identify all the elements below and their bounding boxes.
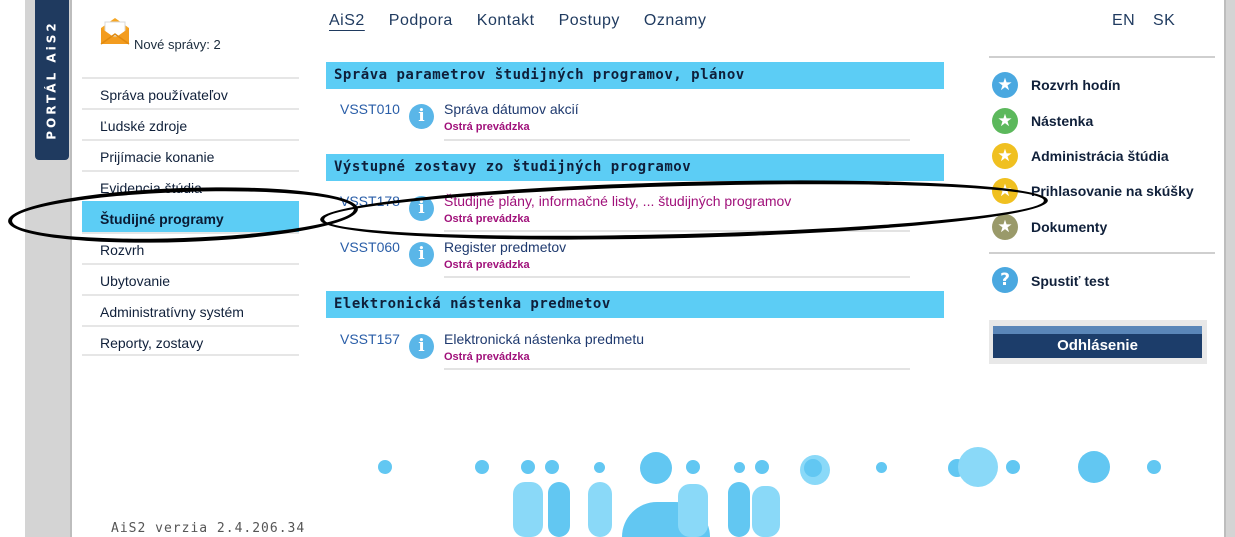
nav-link-oznamy[interactable]: Oznamy bbox=[644, 12, 707, 30]
section-header-outputs: Výstupné zostavy zo študijných programov bbox=[326, 154, 944, 181]
right-link-run-test[interactable]: Spustiť test bbox=[1031, 273, 1109, 289]
app-link-vsst157[interactable]: Elektronická nástenka predmetu bbox=[444, 331, 644, 347]
section-header-board: Elektronická nástenka predmetov bbox=[326, 291, 944, 318]
right-link-exam-registration[interactable]: Prihlasovanie na skúšky bbox=[1031, 183, 1194, 199]
right-link-schedule[interactable]: Rozvrh hodín bbox=[1031, 77, 1120, 93]
annotation-ellipse-app bbox=[319, 172, 1049, 248]
question-icon: ? bbox=[992, 267, 1018, 293]
divider bbox=[444, 368, 910, 370]
info-icon[interactable]: i bbox=[409, 104, 434, 129]
left-menu-item-hr[interactable]: Ľudské zdroje bbox=[82, 108, 299, 139]
new-messages-link[interactable]: Nové správy: 2 bbox=[134, 37, 221, 52]
star-icon: ★ bbox=[992, 72, 1018, 98]
divider bbox=[444, 276, 910, 278]
frame-right-border bbox=[1224, 0, 1235, 537]
app-status: Ostrá prevádzka bbox=[444, 351, 530, 363]
nav-link-postupy[interactable]: Postupy bbox=[559, 12, 620, 30]
nav-link-ais2[interactable]: AiS2 bbox=[329, 12, 365, 30]
info-icon[interactable]: i bbox=[409, 242, 434, 267]
logout-button[interactable]: Odhlásenie bbox=[993, 326, 1202, 358]
app-status: Ostrá prevádzka bbox=[444, 121, 530, 133]
app-link-vsst060[interactable]: Register predmetov bbox=[444, 239, 566, 255]
top-nav: AiS2 Podpora Kontakt Postupy Oznamy bbox=[329, 12, 730, 30]
portal-label: PORTÁL AiS2 bbox=[45, 20, 59, 140]
app-code: VSST060 bbox=[340, 239, 400, 255]
right-link-documents[interactable]: Dokumenty bbox=[1031, 219, 1107, 235]
portal-label-wrap: PORTÁL AiS2 bbox=[35, 0, 69, 160]
star-icon: ★ bbox=[992, 143, 1018, 169]
section-header-parameters: Správa parametrov študijných programov, … bbox=[326, 62, 944, 89]
envelope-icon[interactable] bbox=[99, 16, 131, 46]
info-icon[interactable]: i bbox=[409, 334, 434, 359]
left-menu-item-admissions[interactable]: Prijímacie konanie bbox=[82, 139, 299, 170]
version-label: AiS2 verzia 2.4.206.34 bbox=[111, 521, 306, 536]
language-en[interactable]: EN bbox=[1112, 12, 1135, 30]
left-menu-item-users[interactable]: Správa používateľov bbox=[82, 77, 299, 108]
left-menu-item-accommodation[interactable]: Ubytovanie bbox=[82, 263, 299, 294]
language-sk[interactable]: SK bbox=[1153, 12, 1175, 30]
star-icon: ★ bbox=[992, 214, 1018, 240]
right-divider bbox=[989, 56, 1215, 58]
app-code: VSST010 bbox=[340, 101, 400, 117]
app-code: VSST157 bbox=[340, 331, 400, 347]
right-link-board[interactable]: Nástenka bbox=[1031, 113, 1093, 129]
nav-link-kontakt[interactable]: Kontakt bbox=[477, 12, 535, 30]
star-icon: ★ bbox=[992, 108, 1018, 134]
right-divider bbox=[989, 252, 1215, 254]
divider bbox=[444, 139, 910, 141]
left-menu-item-admin-system[interactable]: Administratívny systém bbox=[82, 294, 299, 325]
right-link-study-admin[interactable]: Administrácia štúdia bbox=[1031, 148, 1169, 164]
nav-link-podpora[interactable]: Podpora bbox=[389, 12, 453, 30]
app-status: Ostrá prevádzka bbox=[444, 259, 530, 271]
app-link-vsst010[interactable]: Správa dátumov akcií bbox=[444, 101, 579, 117]
frame-left-divider bbox=[70, 0, 72, 537]
left-menu-item-reports[interactable]: Reporty, zostavy bbox=[82, 325, 299, 356]
